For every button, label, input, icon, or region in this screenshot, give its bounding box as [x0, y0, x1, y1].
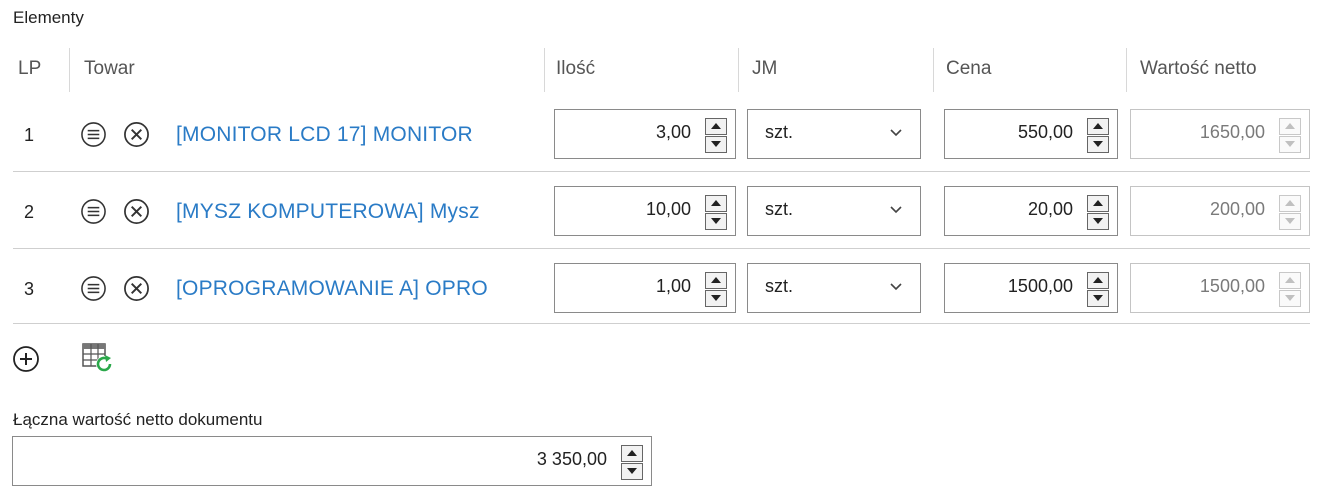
row-lp: 1: [24, 125, 35, 145]
total-spinner[interactable]: [621, 445, 643, 480]
column-header-lp: LP: [18, 58, 42, 79]
price-spinner[interactable]: [1087, 272, 1109, 307]
quantity-spinner[interactable]: [705, 272, 727, 307]
total-label: Łączna wartość netto dokumentu: [13, 410, 263, 429]
net-value-field: 1650,00: [1130, 109, 1310, 159]
add-circle-icon[interactable]: [11, 344, 41, 374]
net-value: 1500,00: [1199, 276, 1265, 296]
price-field[interactable]: 20,00: [944, 186, 1118, 236]
net-value-field: 200,00: [1130, 186, 1310, 236]
unit-select[interactable]: szt.: [747, 186, 921, 236]
product-link[interactable]: [MYSZ KOMPUTEROWA] Mysz: [176, 200, 534, 224]
row-divider: [13, 171, 1310, 172]
chevron-down-icon: [890, 206, 902, 214]
price-value: 550,00: [1017, 122, 1073, 142]
column-divider: [933, 48, 934, 92]
unit-value: szt.: [765, 276, 794, 296]
product-link[interactable]: [OPROGRAMOWANIE A] OPRO: [176, 277, 534, 301]
row-lp: 3: [24, 279, 35, 299]
spin-down-button[interactable]: [705, 136, 727, 153]
unit-select[interactable]: szt.: [747, 109, 921, 159]
price-field[interactable]: 1500,00: [944, 263, 1118, 313]
quantity-field[interactable]: 1,00: [554, 263, 736, 313]
details-list-icon[interactable]: [80, 121, 107, 148]
details-list-icon[interactable]: [80, 198, 107, 225]
net-value: 1650,00: [1199, 122, 1265, 142]
table-refresh-icon[interactable]: [80, 340, 114, 374]
unit-select[interactable]: szt.: [747, 263, 921, 313]
spin-up-button[interactable]: [1087, 272, 1109, 289]
unit-value: szt.: [765, 122, 794, 142]
details-list-icon[interactable]: [80, 275, 107, 302]
chevron-down-icon: [890, 129, 902, 137]
quantity-spinner[interactable]: [705, 195, 727, 230]
quantity-field[interactable]: 10,00: [554, 186, 736, 236]
row-divider: [13, 248, 1310, 249]
row-lp: 2: [24, 202, 35, 222]
quantity-field[interactable]: 3,00: [554, 109, 736, 159]
chevron-down-icon: [890, 283, 902, 291]
quantity-value: 10,00: [645, 199, 691, 219]
net-value-field: 1500,00: [1130, 263, 1310, 313]
total-field[interactable]: 3 350,00: [12, 436, 652, 486]
net-value-spinner: [1279, 195, 1301, 230]
section-title: Elementy: [13, 8, 84, 27]
spin-up-button[interactable]: [705, 272, 727, 289]
spin-down-button[interactable]: [1087, 213, 1109, 230]
spin-up-button[interactable]: [1087, 118, 1109, 135]
column-divider: [69, 48, 70, 92]
price-value: 1500,00: [1007, 276, 1073, 296]
column-header-wartosc: Wartość netto: [1140, 58, 1257, 79]
remove-item-icon[interactable]: [123, 275, 150, 302]
price-value: 20,00: [1027, 199, 1073, 219]
spin-down-button[interactable]: [705, 290, 727, 307]
quantity-value: 3,00: [655, 122, 691, 142]
product-link[interactable]: [MONITOR LCD 17] MONITOR: [176, 123, 534, 147]
column-header-jm: JM: [752, 58, 778, 79]
spin-up-button[interactable]: [621, 445, 643, 462]
price-spinner[interactable]: [1087, 118, 1109, 153]
price-spinner[interactable]: [1087, 195, 1109, 230]
net-value: 200,00: [1209, 199, 1265, 219]
net-value-spinner: [1279, 272, 1301, 307]
column-header-towar: Towar: [84, 58, 135, 79]
row-divider: [13, 323, 1310, 324]
column-divider: [1126, 48, 1127, 92]
spin-down-button[interactable]: [1087, 290, 1109, 307]
price-field[interactable]: 550,00: [944, 109, 1118, 159]
quantity-value: 1,00: [655, 276, 691, 296]
unit-value: szt.: [765, 199, 794, 219]
column-header-cena: Cena: [946, 58, 992, 79]
remove-item-icon[interactable]: [123, 121, 150, 148]
column-divider: [544, 48, 545, 92]
spin-down-button[interactable]: [705, 213, 727, 230]
quantity-spinner[interactable]: [705, 118, 727, 153]
column-header-ilosc: Ilość: [556, 58, 596, 79]
remove-item-icon[interactable]: [123, 198, 150, 225]
spin-down-button[interactable]: [1087, 136, 1109, 153]
total-value: 3 350,00: [536, 449, 607, 469]
spin-up-button[interactable]: [705, 118, 727, 135]
spin-up-button[interactable]: [705, 195, 727, 212]
column-divider: [738, 48, 739, 92]
net-value-spinner: [1279, 118, 1301, 153]
spin-up-button[interactable]: [1087, 195, 1109, 212]
spin-down-button[interactable]: [621, 463, 643, 480]
